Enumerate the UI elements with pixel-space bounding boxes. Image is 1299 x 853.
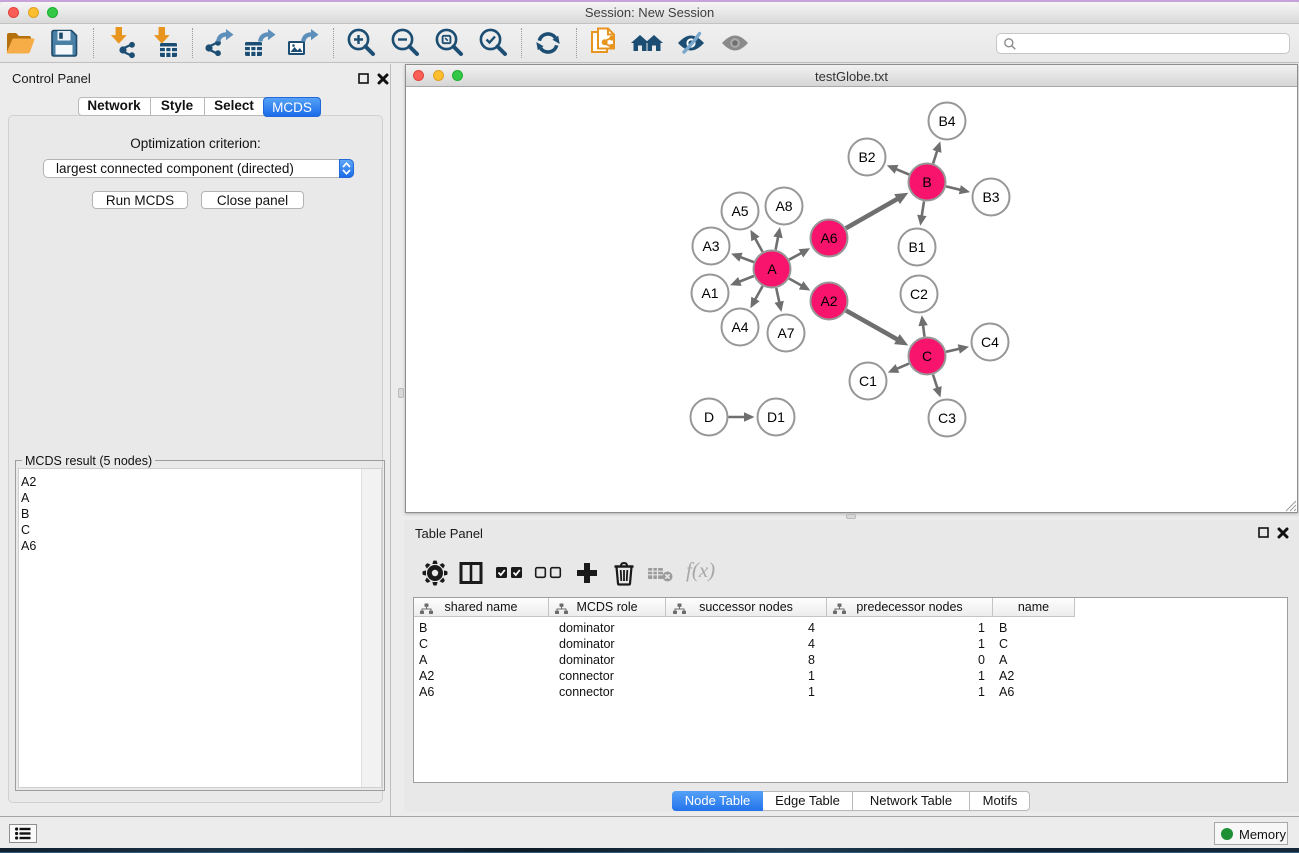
svg-text:A1: A1	[701, 285, 718, 301]
svg-text:C3: C3	[938, 410, 956, 426]
svg-text:C4: C4	[981, 334, 999, 350]
svg-text:A4: A4	[731, 319, 748, 335]
svg-text:A2: A2	[820, 293, 837, 309]
svg-text:A8: A8	[775, 198, 792, 214]
svg-text:A7: A7	[777, 325, 794, 341]
svg-text:A3: A3	[702, 238, 719, 254]
svg-text:D: D	[704, 409, 714, 425]
svg-text:A6: A6	[820, 230, 837, 246]
svg-text:B4: B4	[938, 113, 955, 129]
svg-text:A: A	[767, 261, 777, 277]
svg-text:A5: A5	[731, 203, 748, 219]
svg-text:B1: B1	[908, 239, 925, 255]
svg-text:B2: B2	[858, 149, 875, 165]
svg-text:B: B	[922, 174, 931, 190]
svg-text:D1: D1	[767, 409, 785, 425]
svg-text:C: C	[922, 348, 932, 364]
svg-text:B3: B3	[982, 189, 999, 205]
svg-text:C1: C1	[859, 373, 877, 389]
svg-text:C2: C2	[910, 286, 928, 302]
